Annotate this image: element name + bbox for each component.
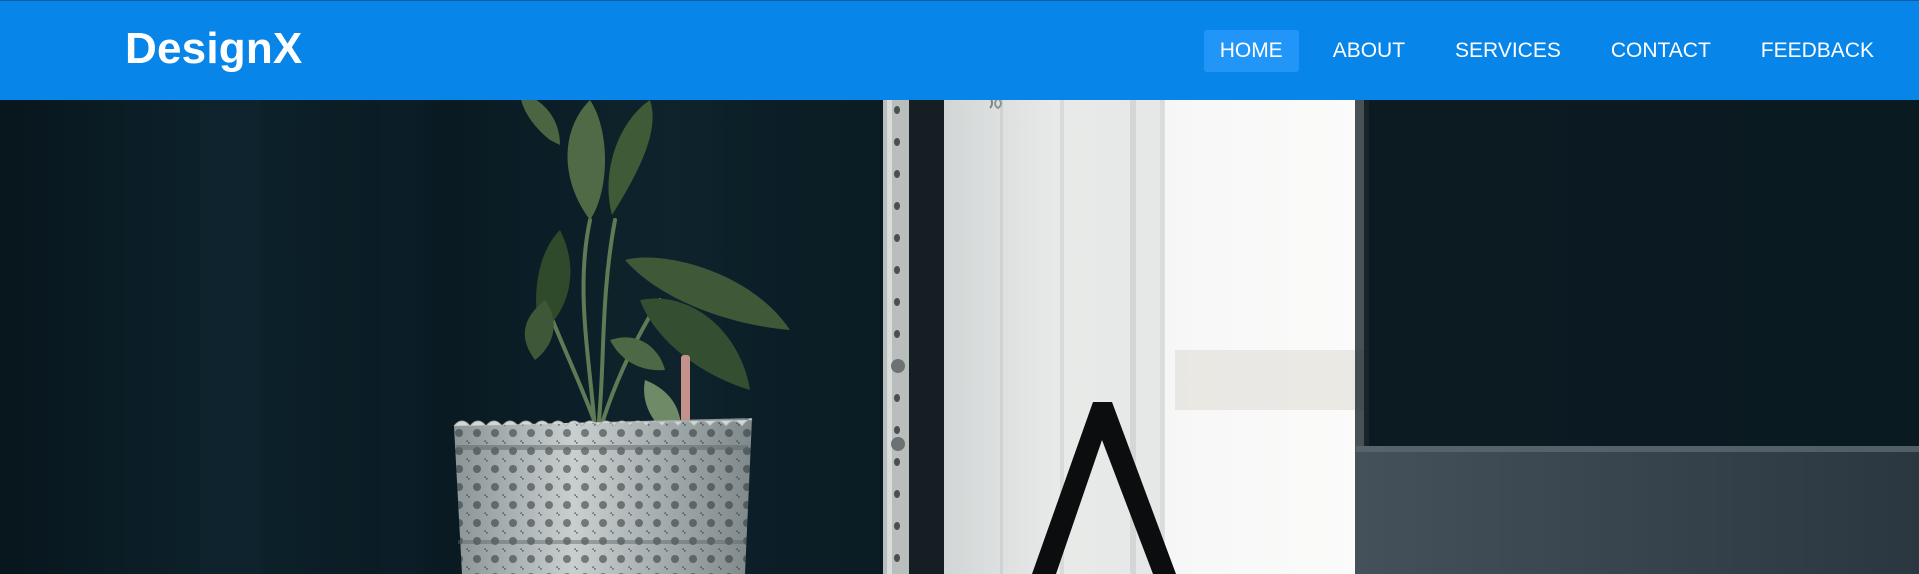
nav-home-link[interactable]: HOME — [1203, 30, 1299, 72]
navbar: DesignX HOME ABOUT SERVICES CONTACT FEED… — [0, 0, 1919, 100]
nav-contact-link[interactable]: CONTACT — [1595, 30, 1727, 72]
nav-services-link[interactable]: SERVICES — [1439, 30, 1577, 72]
hero-image — [0, 100, 1919, 574]
nav-about-link[interactable]: ABOUT — [1317, 30, 1421, 72]
main-nav: HOME ABOUT SERVICES CONTACT FEEDBACK — [1186, 30, 1890, 72]
page: DesignX HOME ABOUT SERVICES CONTACT FEED… — [0, 0, 1919, 574]
brand-logo[interactable]: DesignX — [125, 23, 302, 75]
hero-banner — [0, 100, 1919, 574]
nav-feedback-link[interactable]: FEEDBACK — [1745, 30, 1890, 72]
